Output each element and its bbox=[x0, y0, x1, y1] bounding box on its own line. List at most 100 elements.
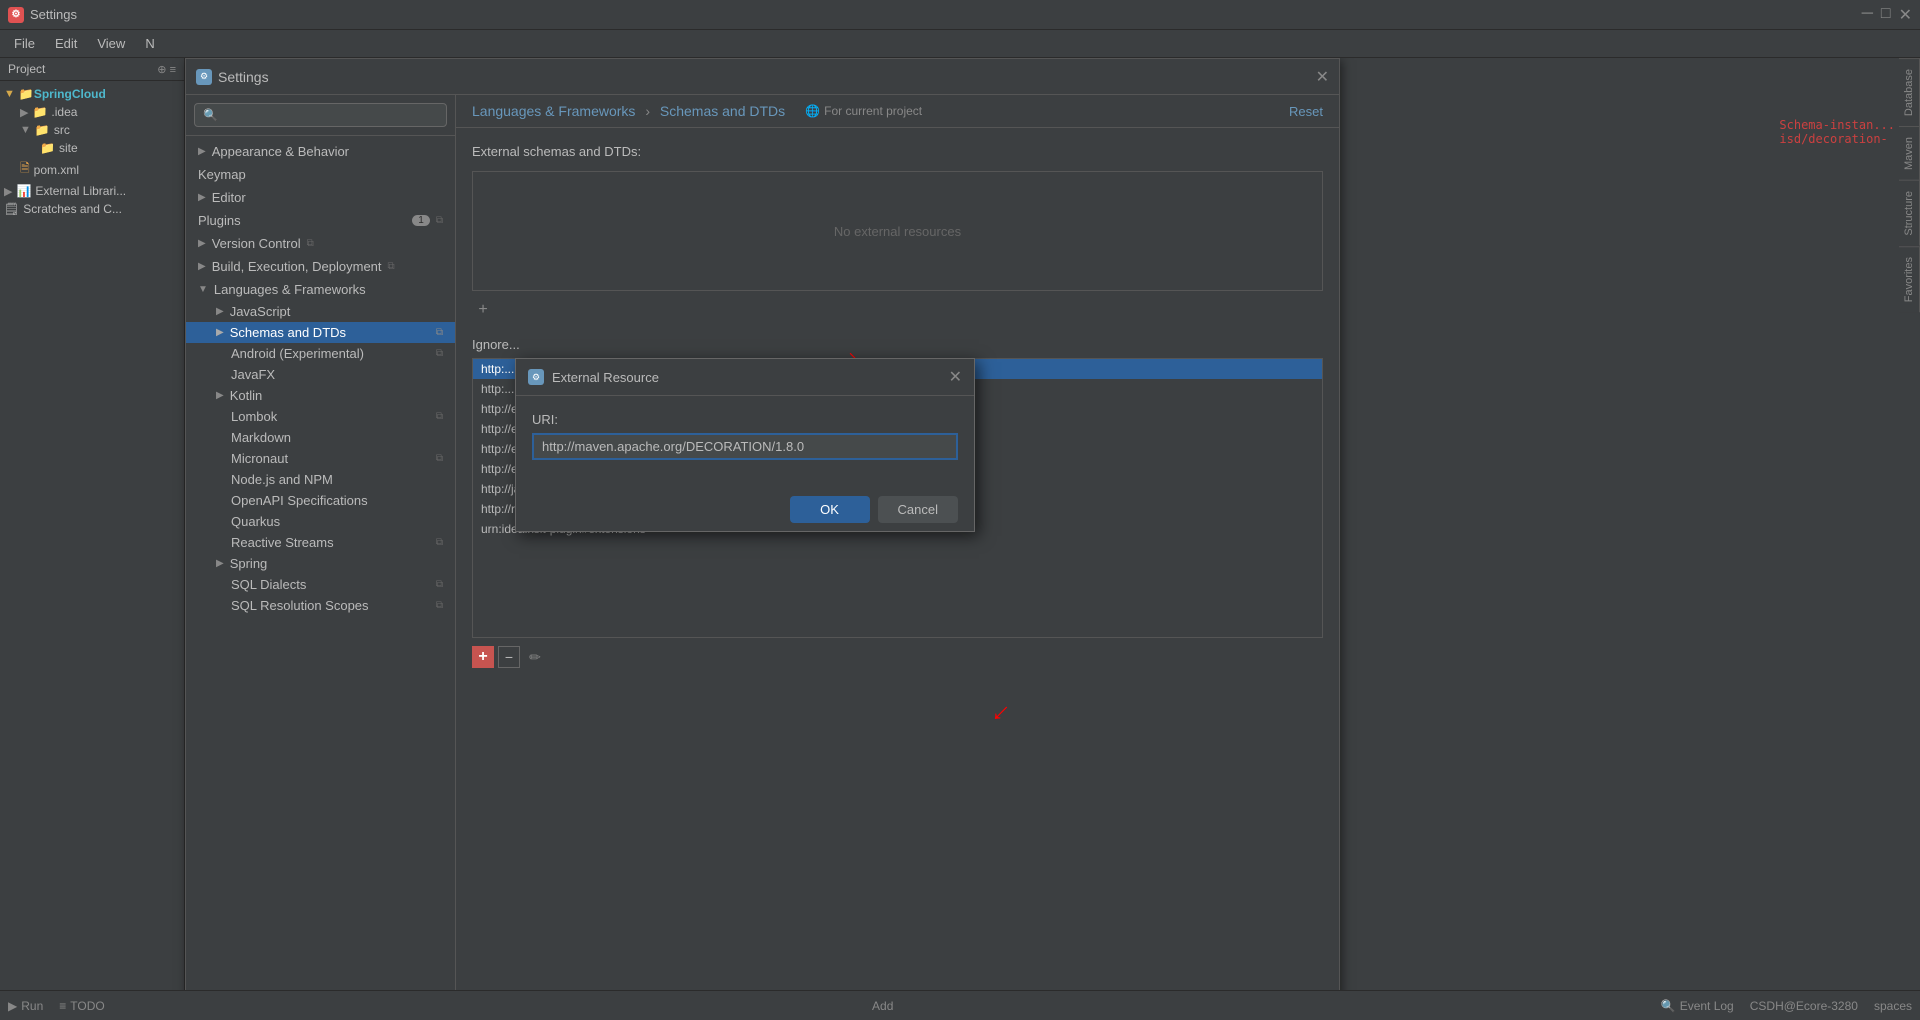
nav-item-appearance[interactable]: ▶ Appearance & Behavior bbox=[186, 140, 455, 163]
nav-label: Quarkus bbox=[231, 514, 280, 529]
run-icon: ▶ bbox=[8, 999, 17, 1013]
nav-sub-javascript[interactable]: ▶ JavaScript bbox=[186, 301, 455, 322]
nav-label: JavaFX bbox=[231, 367, 275, 382]
nav-sub-openapi[interactable]: OpenAPI Specifications bbox=[186, 490, 455, 511]
nav-sub-lombok[interactable]: Lombok ⧉ bbox=[186, 406, 455, 427]
extlib-label: External Librari... bbox=[35, 184, 126, 198]
nav-item-keymap[interactable]: Keymap bbox=[186, 163, 455, 186]
tab-favorites[interactable]: Favorites bbox=[1899, 246, 1920, 312]
nav-label: Lombok bbox=[231, 409, 277, 424]
nav-sub-sqlres[interactable]: SQL Resolution Scopes ⧉ bbox=[186, 595, 455, 616]
nav-label: OpenAPI Specifications bbox=[231, 493, 368, 508]
nav-sub-reactive[interactable]: Reactive Streams ⧉ bbox=[186, 532, 455, 553]
modal-close-button[interactable]: ✕ bbox=[949, 367, 962, 387]
project-tree: ▼ 📁 SpringCloud ▶ 📁 .idea ▼ 📁 src 📁 site bbox=[0, 81, 184, 1020]
minimize-icon[interactable]: ─ bbox=[1862, 5, 1873, 25]
modal-title: External Resource bbox=[552, 370, 949, 385]
event-log-label: Event Log bbox=[1680, 999, 1734, 1013]
nav-item-build[interactable]: ▶ Build, Execution, Deployment ⧉ bbox=[186, 255, 455, 278]
nav-label: Schemas and DTDs bbox=[230, 325, 346, 340]
menu-navigate[interactable]: N bbox=[135, 32, 164, 55]
menu-bar: File Edit View N bbox=[0, 30, 1920, 58]
remove-ignored-button[interactable]: − bbox=[498, 646, 520, 668]
nav-sub-spring[interactable]: ▶ Spring bbox=[186, 553, 455, 574]
copy-icon: ⧉ bbox=[436, 579, 443, 590]
tree-item-src[interactable]: ▼ 📁 src bbox=[0, 121, 184, 139]
nav-item-editor[interactable]: ▶ Editor bbox=[186, 186, 455, 209]
nav-sub-schemas[interactable]: ▶ Schemas and DTDs ⧉ bbox=[186, 322, 455, 343]
modal-container: ⚙ External Resource ✕ URI: OK Cancel bbox=[515, 358, 975, 532]
tab-structure[interactable]: Structure bbox=[1899, 180, 1920, 246]
tab-database[interactable]: Database bbox=[1899, 58, 1920, 126]
settings-sidebar: ▶ Appearance & Behavior Keymap ▶ Editor bbox=[186, 95, 456, 1020]
nav-arrow-icon: ▼ bbox=[198, 284, 208, 295]
extlib-icon: 📊 bbox=[16, 184, 31, 198]
menu-view[interactable]: View bbox=[87, 32, 135, 55]
nav-sub-markdown[interactable]: Markdown bbox=[186, 427, 455, 448]
run-button[interactable]: ▶ Run bbox=[8, 999, 43, 1013]
nav-sub-nodejs[interactable]: Node.js and NPM bbox=[186, 469, 455, 490]
nav-item-languages[interactable]: ▼ Languages & Frameworks bbox=[186, 278, 455, 301]
nav-arrow-icon: ▶ bbox=[198, 238, 206, 249]
nav-item-vcs[interactable]: ▶ Version Control ⧉ bbox=[186, 232, 455, 255]
nav-label: Android (Experimental) bbox=[231, 346, 364, 361]
menu-file[interactable]: File bbox=[4, 32, 45, 55]
tab-maven[interactable]: Maven bbox=[1899, 126, 1920, 180]
settings-title: Settings bbox=[218, 69, 1316, 85]
folder-icon-sprite: 📁 bbox=[19, 87, 34, 101]
modal-cancel-button[interactable]: Cancel bbox=[878, 496, 958, 523]
settings-search-input[interactable] bbox=[194, 103, 447, 127]
nav-sub-sql[interactable]: SQL Dialects ⧉ bbox=[186, 574, 455, 595]
panel-header: Project ⊕ ≡ bbox=[0, 58, 184, 81]
menu-edit[interactable]: Edit bbox=[45, 32, 87, 55]
extlib-arrow-icon: ▶ bbox=[4, 185, 12, 198]
scratches-icon: 🗒 bbox=[4, 202, 19, 216]
settings-title-bar: ⚙ Settings ✕ bbox=[186, 59, 1339, 95]
nav-arrow-icon: ▶ bbox=[216, 327, 224, 338]
add-ignored-button[interactable]: + bbox=[472, 646, 494, 668]
nav-label: Editor bbox=[212, 190, 246, 205]
tree-item-idea[interactable]: ▶ 📁 .idea bbox=[0, 103, 184, 121]
copy-icon: ⧉ bbox=[307, 238, 314, 249]
nav-sub-javafx[interactable]: JavaFX bbox=[186, 364, 455, 385]
nav-sub-micronaut[interactable]: Micronaut ⧉ bbox=[186, 448, 455, 469]
nav-label: Build, Execution, Deployment bbox=[212, 259, 382, 274]
nav-sub-quarkus[interactable]: Quarkus bbox=[186, 511, 455, 532]
tree-item-scratches[interactable]: 🗒 Scratches and C... bbox=[0, 200, 184, 218]
pom-icon: 🗎 bbox=[20, 159, 30, 180]
add-resource-button[interactable]: + bbox=[472, 299, 494, 321]
nav-item-plugins[interactable]: Plugins 1 ⧉ bbox=[186, 209, 455, 232]
tree-item-site[interactable]: 📁 site bbox=[0, 139, 184, 157]
app-icon: ⚙ bbox=[8, 7, 24, 23]
modal-icon: ⚙ bbox=[528, 369, 544, 385]
maximize-icon[interactable]: □ bbox=[1881, 5, 1891, 25]
event-log-button[interactable]: 🔍 Event Log bbox=[1661, 999, 1734, 1013]
settings-content: Languages & Frameworks › Schemas and DTD… bbox=[456, 95, 1339, 1020]
edit-ignored-button[interactable]: ✏ bbox=[524, 646, 546, 668]
nav-sub-kotlin[interactable]: ▶ Kotlin bbox=[186, 385, 455, 406]
todo-button[interactable]: ≡ TODO bbox=[59, 999, 104, 1013]
breadcrumb-part2: Schemas and DTDs bbox=[660, 103, 785, 119]
copy-icon: ⧉ bbox=[436, 600, 443, 611]
nav-sub-android[interactable]: Android (Experimental) ⧉ bbox=[186, 343, 455, 364]
toolbar-row: + bbox=[472, 295, 1323, 325]
close-icon[interactable]: ✕ bbox=[1899, 5, 1912, 25]
tree-item-springcloud[interactable]: ▼ 📁 SpringCloud bbox=[0, 85, 184, 103]
tree-item-pom[interactable]: 🗎 pom.xml bbox=[0, 157, 184, 182]
site-folder-icon: 📁 bbox=[40, 141, 55, 155]
uri-input[interactable] bbox=[532, 433, 958, 460]
idea-label: .idea bbox=[51, 105, 77, 119]
nav-label: Micronaut bbox=[231, 451, 288, 466]
modal-ok-button[interactable]: OK bbox=[790, 496, 870, 523]
right-side-tabs: Database Maven Structure Favorites bbox=[1899, 58, 1920, 1020]
reset-button[interactable]: Reset bbox=[1289, 104, 1323, 119]
copy-icon: ⧉ bbox=[436, 411, 443, 422]
settings-nav: ▶ Appearance & Behavior Keymap ▶ Editor bbox=[186, 136, 455, 1020]
nav-arrow-icon: ▶ bbox=[216, 306, 224, 317]
settings-close-button[interactable]: ✕ bbox=[1316, 67, 1329, 87]
schema-text-2: isd/decoration- bbox=[1779, 132, 1895, 146]
todo-label: TODO bbox=[70, 999, 104, 1013]
folder-arrow-icon: ▶ bbox=[20, 106, 28, 119]
ignored-toolbar: + − ✏ bbox=[472, 642, 1323, 672]
tree-item-extlib[interactable]: ▶ 📊 External Librari... bbox=[0, 182, 184, 200]
